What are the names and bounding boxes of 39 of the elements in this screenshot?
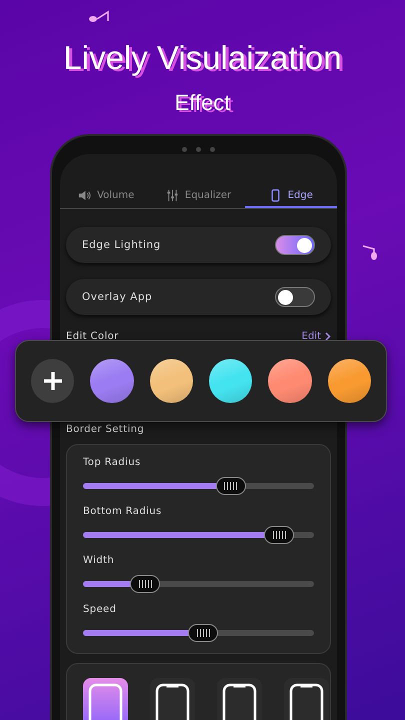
add-color-button[interactable] [31, 359, 74, 403]
slider-label: Speed [83, 603, 118, 617]
toggle-switch[interactable] [275, 287, 315, 307]
phone-icon [268, 188, 282, 202]
chevron-right-icon [325, 332, 331, 341]
slider-thumb[interactable] [264, 526, 294, 544]
slider-label: Top Radius [83, 456, 142, 470]
toggle-switch[interactable] [275, 235, 315, 255]
plus-icon [42, 370, 64, 392]
edit-link[interactable]: Edit [302, 331, 331, 342]
section-title: Edit Color [66, 331, 119, 342]
setting-label: Edge Lighting [82, 239, 161, 251]
color-swatch[interactable] [150, 359, 193, 403]
sensor-dot [210, 146, 215, 152]
sensor-dot [182, 146, 187, 152]
color-swatch[interactable] [208, 359, 252, 403]
sliders-icon [166, 188, 179, 202]
sensor-dot [196, 146, 201, 152]
color-swatch[interactable] [90, 359, 134, 403]
headline-title: Lively Visulaization [63, 38, 342, 78]
speaker-icon [78, 188, 92, 202]
slider-thumb[interactable] [130, 575, 160, 593]
headline-subtitle: Effect [174, 90, 230, 116]
music-note-icon [362, 244, 380, 260]
style-option[interactable] [284, 678, 329, 720]
color-swatch[interactable] [328, 359, 371, 403]
tab[interactable]: Edge [244, 184, 337, 208]
style-option[interactable] [217, 678, 262, 720]
slider-label: Width [83, 554, 116, 568]
music-note-icon [88, 10, 110, 24]
tab[interactable]: Volume [60, 184, 152, 208]
color-swatch[interactable] [268, 359, 312, 403]
slider-label: Bottom Radius [83, 505, 163, 519]
slider-thumb[interactable] [216, 477, 246, 495]
slider-thumb[interactable] [188, 624, 218, 642]
style-option[interactable] [150, 678, 195, 720]
section-title: Border Setting [66, 424, 146, 437]
tab[interactable]: Equalizer [152, 184, 245, 208]
setting-label: Overlay App [82, 291, 152, 303]
